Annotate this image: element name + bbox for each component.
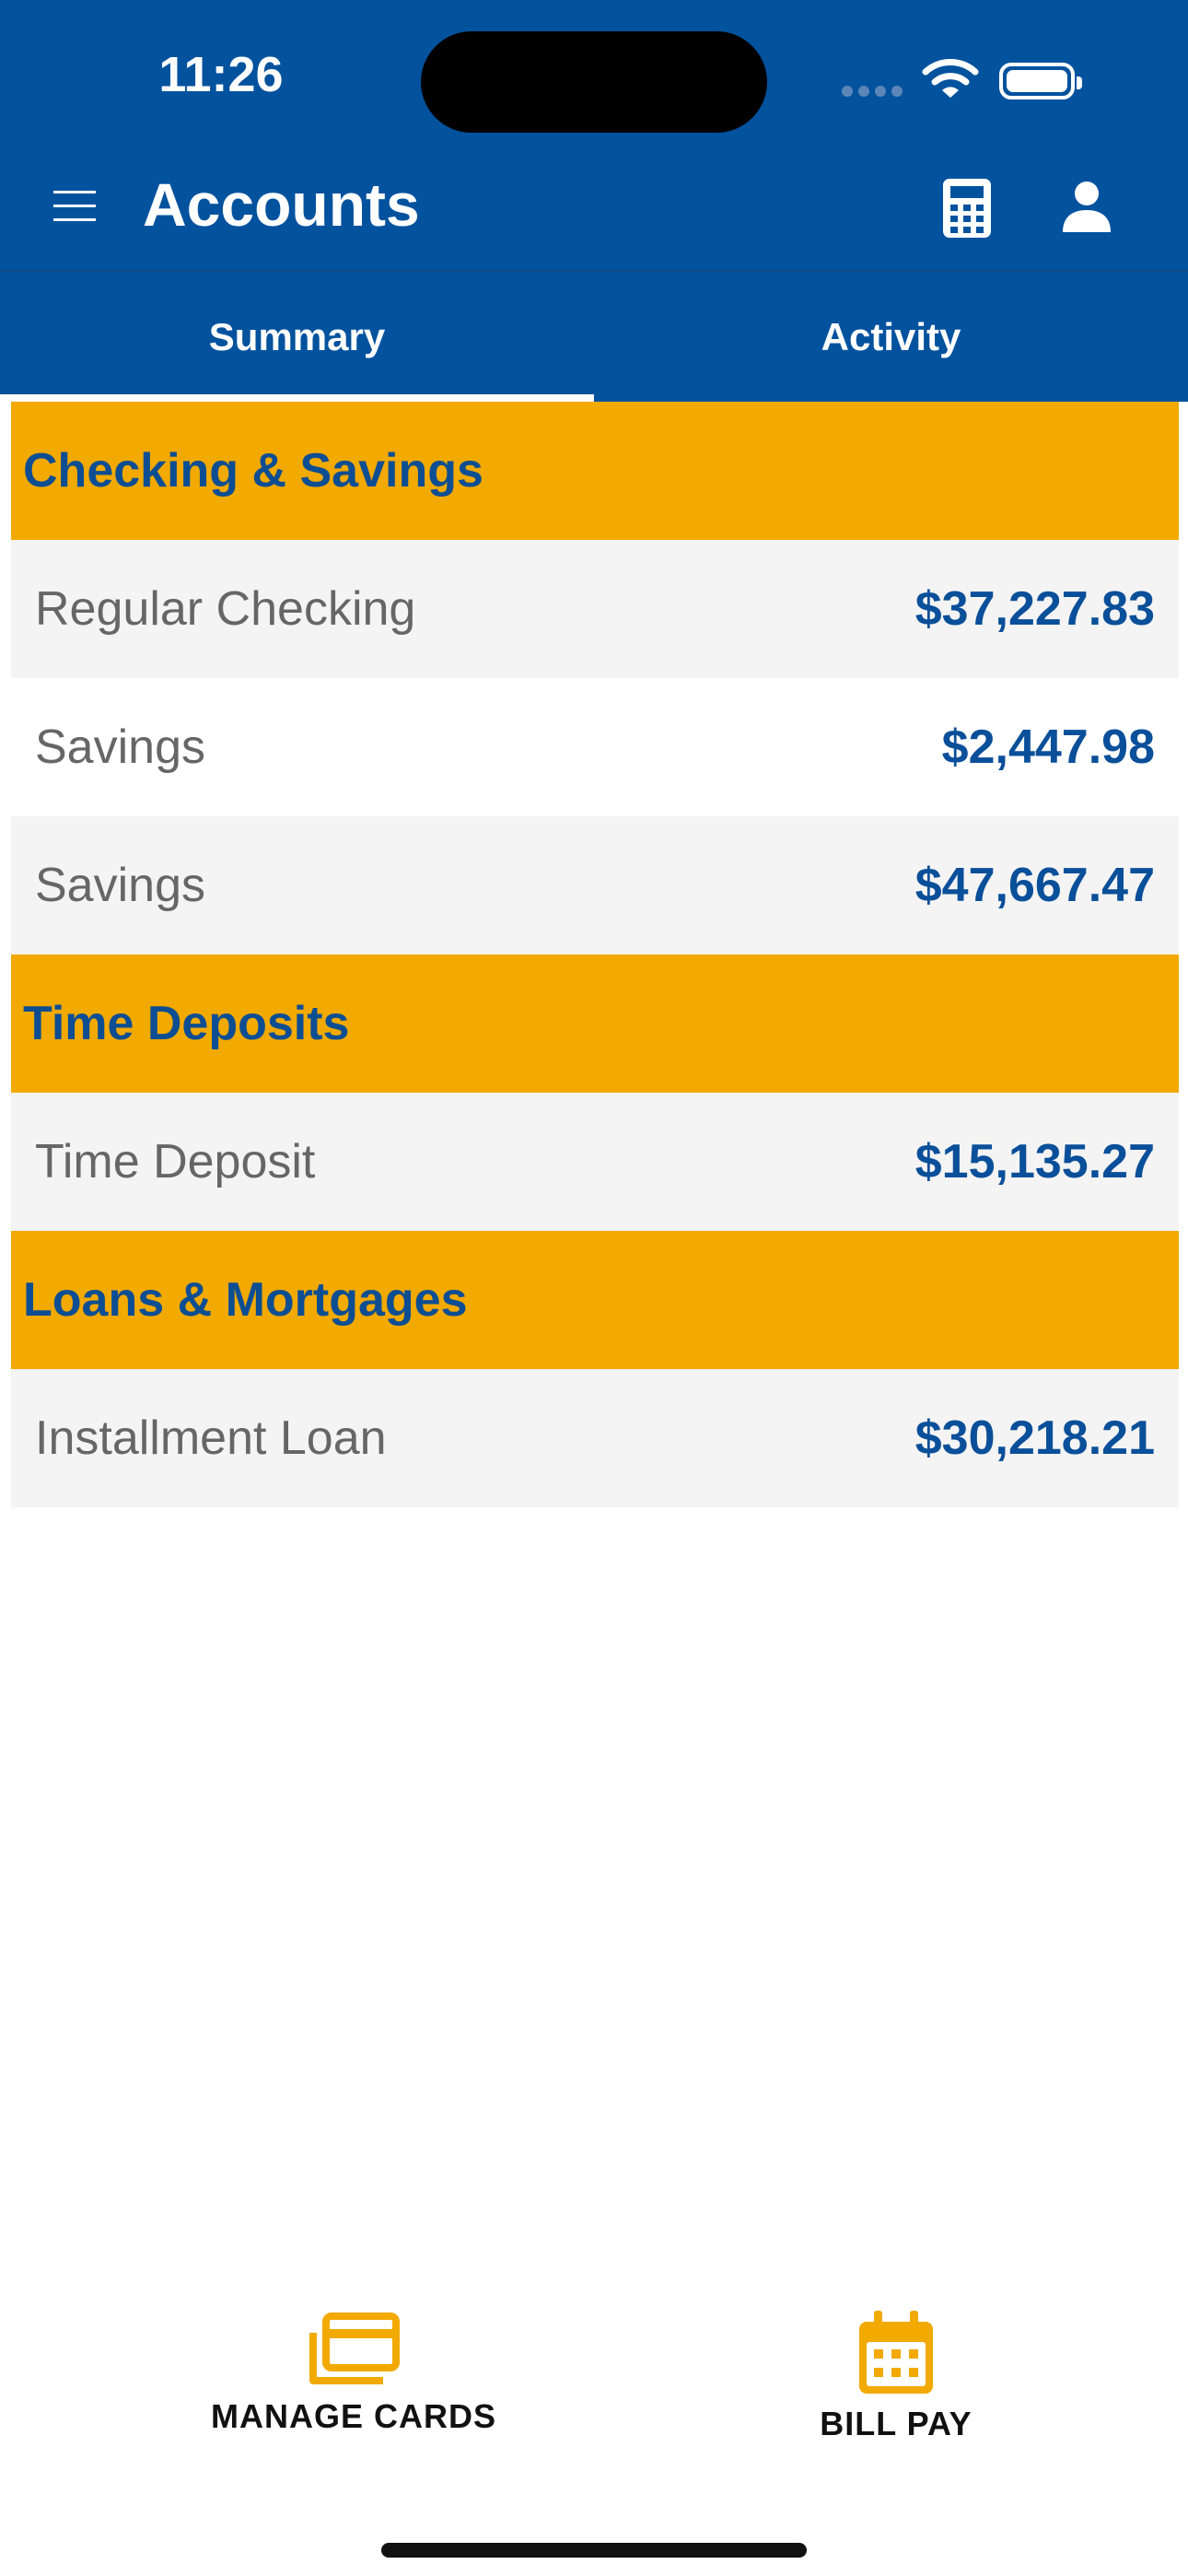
accounts-list: Checking & Savings Regular Checking $37,… xyxy=(11,402,1179,1507)
section-header-time-deposits: Time Deposits xyxy=(11,954,1179,1093)
account-row[interactable]: Time Deposit $15,135.27 xyxy=(11,1093,1179,1231)
status-time: 11:26 xyxy=(158,47,284,102)
bill-pay-button[interactable]: BILL PAY xyxy=(657,2311,1136,2449)
cellular-signal-icon xyxy=(842,85,908,101)
header-divider xyxy=(0,270,1188,272)
wifi-icon xyxy=(922,59,979,98)
account-name: Savings xyxy=(35,859,205,912)
account-row[interactable]: Savings $47,667.47 xyxy=(11,816,1179,954)
dynamic-island xyxy=(421,31,767,133)
account-row[interactable]: Installment Loan $30,218.21 xyxy=(11,1369,1179,1507)
menu-icon[interactable] xyxy=(53,189,96,224)
account-balance: $30,218.21 xyxy=(914,1411,1155,1465)
account-balance: $2,447.98 xyxy=(941,720,1155,774)
account-balance: $15,135.27 xyxy=(914,1135,1155,1188)
tab-activity-label: Activity xyxy=(821,315,961,358)
section-header-checking-savings: Checking & Savings xyxy=(11,402,1179,540)
account-name: Installment Loan xyxy=(35,1411,387,1465)
cards-icon xyxy=(309,2313,400,2384)
tab-summary[interactable]: Summary xyxy=(0,273,594,402)
manage-cards-button[interactable]: MANAGE CARDS xyxy=(114,2311,593,2449)
account-name: Time Deposit xyxy=(35,1135,316,1188)
calculator-icon[interactable] xyxy=(943,179,991,238)
tab-selected-indicator xyxy=(0,394,594,402)
page-title: Accounts xyxy=(143,170,420,239)
account-row[interactable]: Savings $2,447.98 xyxy=(11,678,1179,816)
manage-cards-label: MANAGE CARDS xyxy=(210,2397,496,2435)
account-row[interactable]: Regular Checking $37,227.83 xyxy=(11,540,1179,678)
account-name: Savings xyxy=(35,720,205,774)
battery-icon xyxy=(999,63,1082,100)
account-name: Regular Checking xyxy=(35,582,416,636)
account-balance: $37,227.83 xyxy=(914,582,1155,636)
app-header: 11:26 Accounts Summary Activity xyxy=(0,0,1188,402)
bill-pay-label: BILL PAY xyxy=(820,2405,973,2442)
account-balance: $47,667.47 xyxy=(914,859,1155,912)
user-profile-icon[interactable] xyxy=(1061,181,1112,232)
tab-summary-label: Summary xyxy=(208,315,386,358)
home-indicator[interactable] xyxy=(381,2543,807,2558)
section-header-loans-mortgages: Loans & Mortgages xyxy=(11,1231,1179,1369)
tab-activity[interactable]: Activity xyxy=(594,273,1188,402)
calendar-icon xyxy=(859,2311,933,2394)
